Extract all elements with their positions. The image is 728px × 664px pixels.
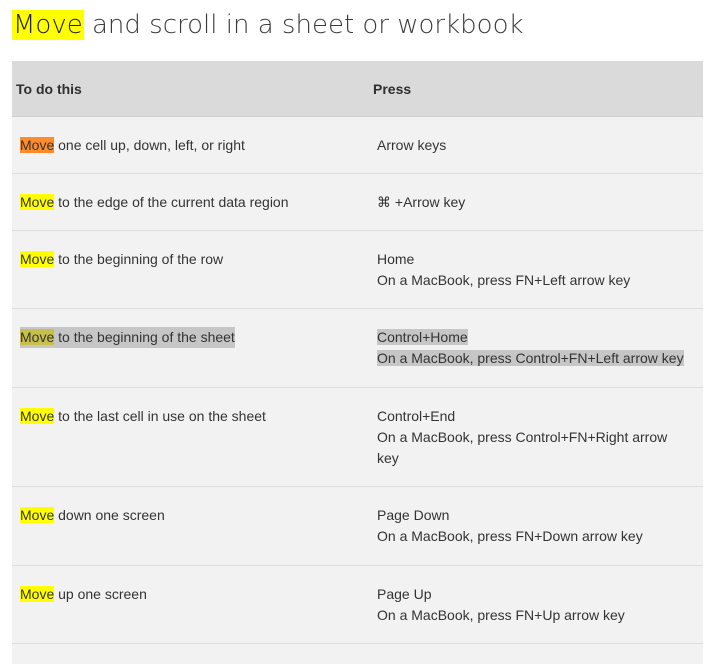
- shortcut-cell: Home On a MacBook, press FN+Left arrow k…: [377, 249, 697, 291]
- shortcut-line: Page Down: [377, 507, 450, 523]
- shortcut-line: On a MacBook, press Control+FN+Right arr…: [377, 429, 668, 445]
- table-row: Move to the beginning of the sheet Contr…: [12, 309, 703, 388]
- search-highlight: Move: [20, 194, 55, 210]
- shortcut-line: Home: [377, 251, 415, 267]
- shortcut-cell: Page Down On a MacBook, press FN+Down ar…: [377, 505, 697, 547]
- table-row: Move up one screen Page Up On a MacBook,…: [12, 566, 703, 644]
- shortcut-line: key: [377, 450, 399, 466]
- table-row: Move to the edge of the current data reg…: [12, 174, 703, 231]
- column-header-press: Press: [373, 80, 412, 97]
- shortcut-line: On a MacBook, press FN+Up arrow key: [377, 607, 625, 623]
- shortcut-line: Page Up: [377, 586, 432, 602]
- action-cell: Move one cell up, down, left, or right: [20, 135, 245, 156]
- shortcuts-table: To do this Press Move one cell up, down,…: [12, 61, 703, 664]
- action-text: to the beginning of the row: [54, 251, 224, 267]
- shortcut-cell: Control+End On a MacBook, press Control+…: [377, 406, 697, 469]
- page-title: Move and scroll in a sheet or workbook: [12, 6, 524, 44]
- shortcut-line: Control+End: [377, 408, 456, 424]
- page-title-text: and scroll in a sheet or workbook: [83, 10, 524, 40]
- action-cell: Move to the beginning of the sheet: [20, 327, 235, 348]
- action-text: to the last cell in use on the sheet: [54, 408, 266, 424]
- search-highlight: Move: [20, 408, 55, 424]
- shortcut-cell: Control+Home On a MacBook, press Control…: [377, 327, 697, 369]
- action-cell: Move up one screen: [20, 584, 147, 605]
- shortcut-cell: ⌘ +Arrow key: [377, 192, 697, 213]
- shortcut-line: ⌘ +Arrow key: [377, 194, 466, 210]
- column-header-to-do-this: To do this: [16, 80, 82, 97]
- search-highlight: Move: [20, 251, 55, 267]
- shortcut-cell: Page Up On a MacBook, press FN+Up arrow …: [377, 584, 697, 626]
- table-row: Move down one screen Page Down On a MacB…: [12, 487, 703, 566]
- shortcut-line: Control+Home: [377, 329, 468, 345]
- shortcut-line: Arrow keys: [377, 137, 447, 153]
- table-header: To do this Press: [12, 61, 703, 117]
- search-highlight: Move: [12, 10, 84, 40]
- search-highlight: Move: [20, 586, 55, 602]
- action-cell: Move to the last cell in use on the shee…: [20, 406, 266, 427]
- action-text: up one screen: [54, 586, 147, 602]
- action-cell: Move to the beginning of the row: [20, 249, 223, 270]
- shortcut-cell: Arrow keys: [377, 135, 697, 156]
- search-highlight: Move: [20, 137, 55, 153]
- action-text: to the edge of the current data region: [54, 194, 289, 210]
- table-row: Move one cell up, down, left, or right A…: [12, 117, 703, 174]
- action-cell: Move down one screen: [20, 505, 165, 526]
- shortcut-line: On a MacBook, press FN+Left arrow key: [377, 272, 631, 288]
- table-row: Move to the beginning of the row Home On…: [12, 231, 703, 309]
- shortcut-line: On a MacBook, press FN+Down arrow key: [377, 528, 643, 544]
- shortcut-line: On a MacBook, press Control+FN+Left arro…: [377, 350, 684, 366]
- action-cell: Move to the edge of the current data reg…: [20, 192, 289, 213]
- search-highlight: Move: [20, 507, 55, 523]
- action-text: down one screen: [54, 507, 165, 523]
- table-row: Move to the last cell in use on the shee…: [12, 388, 703, 487]
- action-text: one cell up, down, left, or right: [54, 137, 245, 153]
- search-highlight: Move: [20, 329, 55, 345]
- action-text: to the beginning of the sheet: [54, 329, 235, 345]
- table-row: [12, 644, 703, 664]
